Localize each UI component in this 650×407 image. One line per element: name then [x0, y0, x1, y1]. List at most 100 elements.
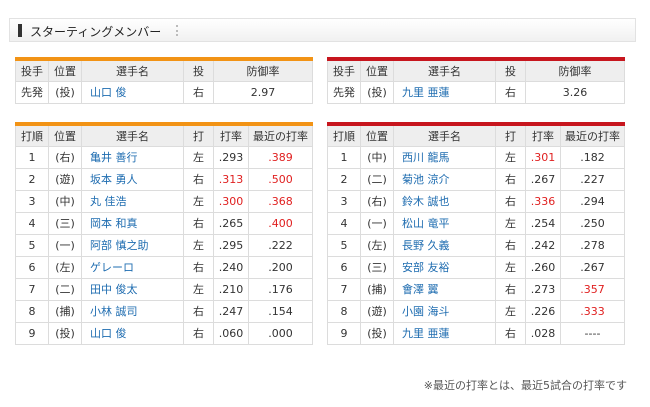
player-name-cell: 田中 俊太 [81, 277, 184, 301]
section-title: スターティングメンバー [30, 25, 162, 39]
player-link[interactable]: 阿部 慎之助 [90, 239, 149, 252]
position: (左) [360, 233, 394, 257]
player-link[interactable]: 菊池 涼介 [402, 173, 450, 186]
left-lineup-table: 打順 位置 選手名打打率 最近の打率 1 (右) 亀井 善行左 .293.389 2 (遊) 坂本… [15, 122, 313, 345]
table-row: 7 (二) 田中 俊太 左 .210.176 [15, 277, 313, 301]
player-link[interactable]: 長野 久義 [402, 239, 450, 252]
player-name-cell: 會澤 翼 [393, 277, 496, 301]
position: (三) [48, 211, 82, 235]
column-header: 防御率 [213, 58, 313, 82]
column-header: 位置 [48, 123, 82, 147]
player-link[interactable]: 山口 俊 [90, 327, 127, 340]
player-link[interactable]: 亀井 善行 [90, 151, 138, 164]
batting-average: .226 [525, 299, 561, 323]
position: (右) [48, 145, 82, 169]
player-name-cell: 九里 亜蓮 [393, 321, 496, 345]
table-row: 2 (二) 菊池 涼介 右 .267.227 [327, 167, 625, 191]
bats: 左 [183, 277, 214, 301]
player-link[interactable]: 會澤 翼 [402, 283, 439, 296]
player-name-cell: 坂本 勇人 [81, 167, 184, 191]
batting-average: .028 [525, 321, 561, 345]
batting-average: .300 [213, 189, 249, 213]
bats: 右 [183, 299, 214, 323]
recent-average: .500 [248, 167, 313, 191]
player-link[interactable]: 九里 亜蓮 [402, 86, 450, 99]
table-row: 3 (右) 鈴木 誠也 右 .336.294 [327, 189, 625, 213]
batting-order: 7 [15, 277, 49, 301]
header-bar-marker [18, 24, 22, 37]
table-row: 1 (右) 亀井 善行 左 .293.389 [15, 145, 313, 169]
recent-average: .182 [560, 145, 625, 169]
column-header: 投 [495, 58, 526, 82]
batting-average: .247 [213, 299, 249, 323]
batting-order: 7 [327, 277, 361, 301]
player-link[interactable]: 山口 俊 [90, 86, 127, 99]
player-name-cell: 丸 佳浩 [81, 189, 184, 213]
batting-average: .313 [213, 167, 249, 191]
section-header: スターティングメンバー [9, 18, 636, 42]
column-header: 選手名 [393, 123, 496, 147]
position: (二) [48, 277, 82, 301]
player-link[interactable]: 岡本 和真 [90, 217, 138, 230]
player-link[interactable]: 松山 竜平 [402, 217, 450, 230]
player-link[interactable]: 九里 亜蓮 [402, 327, 450, 340]
pitcher-name-cell: 山口 俊 [81, 80, 184, 104]
pitcher-role: 先発 [15, 80, 49, 104]
table-row: 6 (左) ゲレーロ 右 .240.200 [15, 255, 313, 279]
table-row: 4 (三) 岡本 和真 右 .265.400 [15, 211, 313, 235]
batting-average: .336 [525, 189, 561, 213]
batting-order: 9 [15, 321, 49, 345]
player-link[interactable]: ゲレーロ [90, 261, 134, 274]
recent-average: .389 [248, 145, 313, 169]
batting-order: 2 [327, 167, 361, 191]
right-lineup-panel: 打順 位置 選手名打打率 最近の打率 1 (中) 西川 龍馬左 .301.182 2 (二) 菊池… [327, 122, 625, 345]
position: (捕) [360, 277, 394, 301]
bats: 右 [183, 255, 214, 279]
player-link[interactable]: 田中 俊太 [90, 283, 138, 296]
pitcher-name-cell: 九里 亜蓮 [393, 80, 496, 104]
column-header: 打率 [525, 123, 561, 147]
player-link[interactable]: 安部 友裕 [402, 261, 450, 274]
batting-order: 2 [15, 167, 49, 191]
player-link[interactable]: 小園 海斗 [402, 305, 450, 318]
left-pitcher-table: 投手 位置 選手名投防御率 先発 (投) 山口 俊 右 2.97 [15, 57, 313, 104]
batting-order: 6 [327, 255, 361, 279]
recent-average: .294 [560, 189, 625, 213]
player-link[interactable]: 坂本 勇人 [90, 173, 138, 186]
position: (捕) [48, 299, 82, 323]
player-link[interactable]: 丸 佳浩 [90, 195, 127, 208]
recent-average: .400 [248, 211, 313, 235]
player-link[interactable]: 鈴木 誠也 [402, 195, 450, 208]
recent-average: .176 [248, 277, 313, 301]
pitcher-position: (投) [360, 80, 394, 104]
pitcher-header-row: 投手 位置 選手名投防御率 [327, 58, 625, 82]
recent-average: .227 [560, 167, 625, 191]
player-link[interactable]: 西川 龍馬 [402, 151, 450, 164]
right-lineup-table: 打順 位置 選手名打打率 最近の打率 1 (中) 西川 龍馬左 .301.182 2 (二) 菊池… [327, 122, 625, 345]
position: (左) [48, 255, 82, 279]
player-name-cell: 西川 龍馬 [393, 145, 496, 169]
column-header: 選手名 [393, 58, 496, 82]
pitcher-throws: 右 [495, 80, 526, 104]
batting-average: .265 [213, 211, 249, 235]
table-row: 8 (捕) 小林 誠司 右 .247.154 [15, 299, 313, 323]
table-row: 3 (中) 丸 佳浩 左 .300.368 [15, 189, 313, 213]
bats: 左 [183, 145, 214, 169]
lineup-header-row: 打順 位置 選手名打打率 最近の打率 [327, 123, 625, 147]
player-name-cell: 阿部 慎之助 [81, 233, 184, 257]
table-row: 5 (一) 阿部 慎之助 左 .295.222 [15, 233, 313, 257]
recent-average: ---- [560, 321, 625, 345]
player-name-cell: 菊池 涼介 [393, 167, 496, 191]
column-header: 選手名 [81, 58, 184, 82]
bats: 右 [495, 277, 526, 301]
batting-average: .242 [525, 233, 561, 257]
position: (中) [360, 145, 394, 169]
recent-average: .222 [248, 233, 313, 257]
batting-average: .210 [213, 277, 249, 301]
header-dotted-divider [176, 25, 180, 36]
table-row: 5 (左) 長野 久義 右 .242.278 [327, 233, 625, 257]
recent-average: .357 [560, 277, 625, 301]
column-header: 打順 [327, 123, 361, 147]
pitcher-throws: 右 [183, 80, 214, 104]
player-link[interactable]: 小林 誠司 [90, 305, 138, 318]
